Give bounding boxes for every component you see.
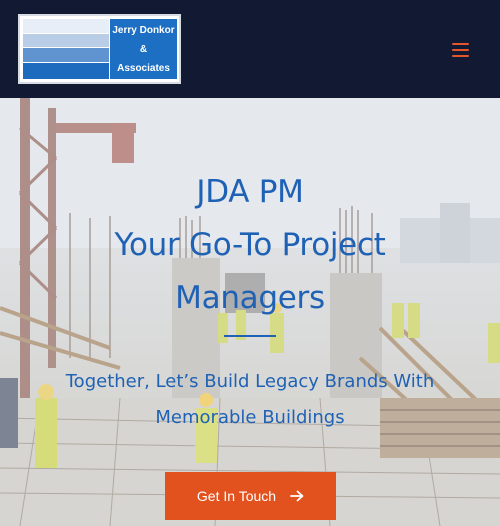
hero-divider [224,335,276,337]
hero-title-line3: Managers [175,280,325,316]
hero-title: JDA PM Your Go-To Project Managers [0,166,500,325]
menu-icon-bar [452,43,469,45]
logo-text: Jerry Donkor & Associates [110,19,177,79]
hero-subtitle-line1: Together, Let’s Build Legacy Brands With [65,371,435,392]
get-in-touch-button[interactable]: Get In Touch [165,472,336,520]
logo-stripe [23,48,109,62]
company-logo[interactable]: Jerry Donkor & Associates [18,14,181,84]
menu-icon-bar [452,49,469,51]
logo-text-line1: Jerry Donkor [112,24,175,36]
logo-stripe [23,19,109,33]
logo-stripes [23,19,109,79]
site-header: Jerry Donkor & Associates [0,0,500,98]
hero-subtitle: Together, Let’s Build Legacy Brands With… [20,364,480,436]
logo-stripe [23,63,109,79]
logo-text-line2: & [139,43,148,55]
logo-text-line3: Associates [117,62,170,74]
hero-section: JDA PM Your Go-To Project Managers Toget… [0,98,500,526]
arrow-right-icon [290,490,304,502]
hero-subtitle-line2: Memorable Buildings [155,407,345,428]
hamburger-menu-icon[interactable] [452,43,469,57]
hero-title-line1: JDA PM [196,174,304,210]
hero-title-line2: Your Go-To Project [114,227,386,263]
menu-icon-bar [452,55,469,57]
logo-stripe [23,34,109,47]
get-in-touch-label: Get In Touch [196,488,277,504]
